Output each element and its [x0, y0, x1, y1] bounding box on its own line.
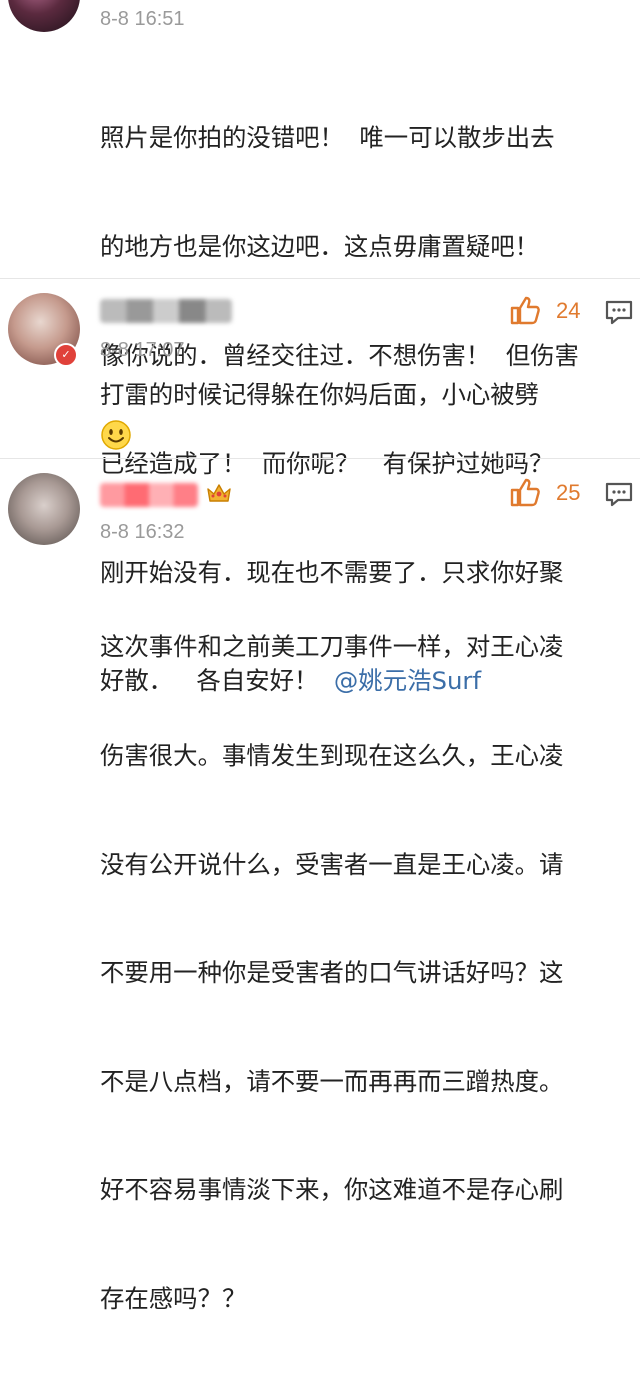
username-blurred[interactable]	[100, 299, 232, 323]
thumbs-up-icon[interactable]	[510, 477, 542, 507]
comment-body: 这次事件和之前美工刀事件一样，对王心凌 伤害很大。事情发生到现在这么久，王心凌 …	[100, 557, 632, 1390]
comment-line: 的地方也是你这边吧．这点毋庸置疑吧！	[100, 232, 540, 262]
thumbs-up-icon[interactable]	[510, 295, 542, 325]
divider	[0, 278, 640, 279]
comment-line: 不是八点档，请不要一而再再而三蹭热度。	[100, 1066, 564, 1096]
comment-time: 8-8 16:32	[100, 521, 185, 543]
comment-line: 不要用一种你是受害者的口气讲话好吗？这	[100, 958, 564, 988]
comment-reply-icon[interactable]	[604, 481, 634, 509]
crown-icon	[207, 484, 231, 502]
avatar[interactable]	[8, 473, 80, 545]
comment-line: 存在感吗？？	[100, 1284, 247, 1314]
verified-badge-icon: ✓	[54, 343, 78, 367]
comment-line: 照片是你拍的没错吧！ 唯一可以散步出去	[100, 123, 555, 153]
like-count: 24	[556, 298, 581, 323]
comment-line: 已经造成了！ 而你呢？ 有保护过她吗？	[100, 449, 554, 479]
comment-line: 好不容易事情淡下来，你这难道不是存心刷	[100, 1175, 564, 1205]
comment-line: 这次事件和之前美工刀事件一样，对王心凌	[100, 632, 564, 662]
comment-time: 8-8 17:07	[100, 339, 185, 361]
like-count: 25	[556, 480, 581, 505]
comment-reply-icon[interactable]	[604, 299, 634, 327]
avatar[interactable]	[8, 0, 80, 32]
username-blurred[interactable]	[100, 483, 198, 507]
comment-time: 8-8 16:51	[100, 8, 185, 30]
divider	[0, 458, 640, 459]
smile-emoji	[101, 420, 131, 450]
comment-body: 打雷的时候记得躲在你妈后面，小心被劈	[100, 380, 540, 409]
comment-line: 没有公开说什么，受害者一直是王心凌。请	[100, 849, 564, 879]
comment-line: 伤害很大。事情发生到现在这么久，王心凌	[100, 741, 564, 771]
